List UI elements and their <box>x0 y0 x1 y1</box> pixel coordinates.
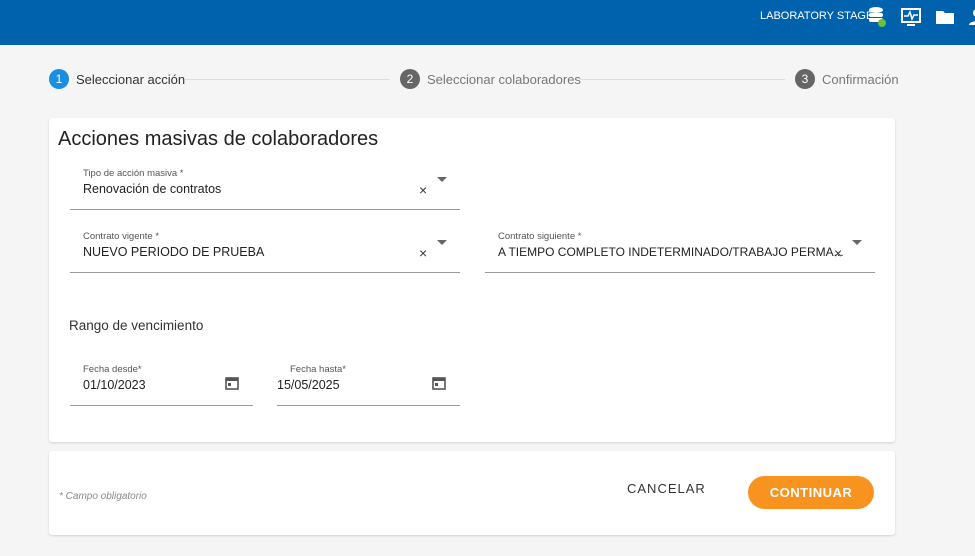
step-label: Seleccionar acción <box>76 71 186 87</box>
form-card: Acciones masivas de colaboradores Tipo d… <box>49 118 895 442</box>
fecha-hasta-input[interactable]: Fecha hasta* 15/05/2025 <box>277 360 460 406</box>
top-bar: LABORATORY STAGE <box>0 0 975 45</box>
clear-icon[interactable]: × <box>419 182 427 198</box>
environment-label: LABORATORY STAGE <box>760 10 874 22</box>
field-value: 15/05/2025 <box>277 378 340 392</box>
user-icon[interactable] <box>966 6 975 28</box>
field-value: NUEVO PERIODO DE PRUEBA <box>83 245 265 259</box>
step-number: 1 <box>49 69 69 89</box>
step-connector <box>185 79 390 80</box>
actions-card: * Campo obligatorio CANCELAR CONTINUAR <box>49 451 895 535</box>
step-label: Seleccionar colaboradores <box>427 71 581 87</box>
chevron-down-icon[interactable] <box>852 240 862 245</box>
field-label: Contrato vigente * <box>83 231 160 242</box>
database-check-icon[interactable] <box>866 6 888 28</box>
field-label: Contrato siguiente * <box>498 231 582 242</box>
step-label: Confirmación <box>822 71 899 87</box>
monitor-activity-icon[interactable] <box>900 6 922 28</box>
field-value: Renovación de contratos <box>83 182 222 196</box>
calendar-icon[interactable] <box>431 375 447 391</box>
stepper: 1 Seleccionar acción 2 Seleccionar colabor… <box>0 69 975 91</box>
clear-icon[interactable]: × <box>834 245 842 261</box>
fecha-desde-input[interactable]: Fecha desde* 01/10/2023 <box>70 360 253 406</box>
step-number: 3 <box>795 69 815 89</box>
tipo-accion-select[interactable]: Tipo de acción masiva * Renovación de co… <box>70 164 460 210</box>
calendar-icon[interactable] <box>224 375 240 391</box>
folder-icon[interactable] <box>934 6 956 28</box>
step-select-collaborators[interactable]: 2 Seleccionar colaboradores <box>400 69 581 89</box>
chevron-down-icon[interactable] <box>437 240 447 245</box>
step-number: 2 <box>400 69 420 89</box>
continue-button[interactable]: CONTINUAR <box>748 476 874 509</box>
field-value: A TIEMPO COMPLETO INDETERMINADO/TRABAJO … <box>498 245 844 259</box>
field-label: Fecha desde* <box>83 364 142 375</box>
field-value: 01/10/2023 <box>83 378 146 392</box>
field-label: Fecha hasta* <box>290 364 346 375</box>
chevron-down-icon[interactable] <box>437 177 447 182</box>
step-confirmation[interactable]: 3 Confirmación <box>795 69 899 89</box>
contrato-siguiente-select[interactable]: Contrato siguiente * A TIEMPO COMPLETO I… <box>485 227 875 273</box>
required-note: * Campo obligatorio <box>59 491 147 502</box>
section-title: Rango de vencimiento <box>69 318 204 333</box>
contrato-vigente-select[interactable]: Contrato vigente * NUEVO PERIODO DE PRUE… <box>70 227 460 273</box>
step-select-action[interactable]: 1 Seleccionar acción <box>49 69 185 89</box>
cancel-button[interactable]: CANCELAR <box>627 481 706 496</box>
clear-icon[interactable]: × <box>419 245 427 261</box>
step-connector <box>580 79 785 80</box>
field-label: Tipo de acción masiva * <box>83 168 184 179</box>
page-title: Acciones masivas de colaboradores <box>58 128 379 150</box>
